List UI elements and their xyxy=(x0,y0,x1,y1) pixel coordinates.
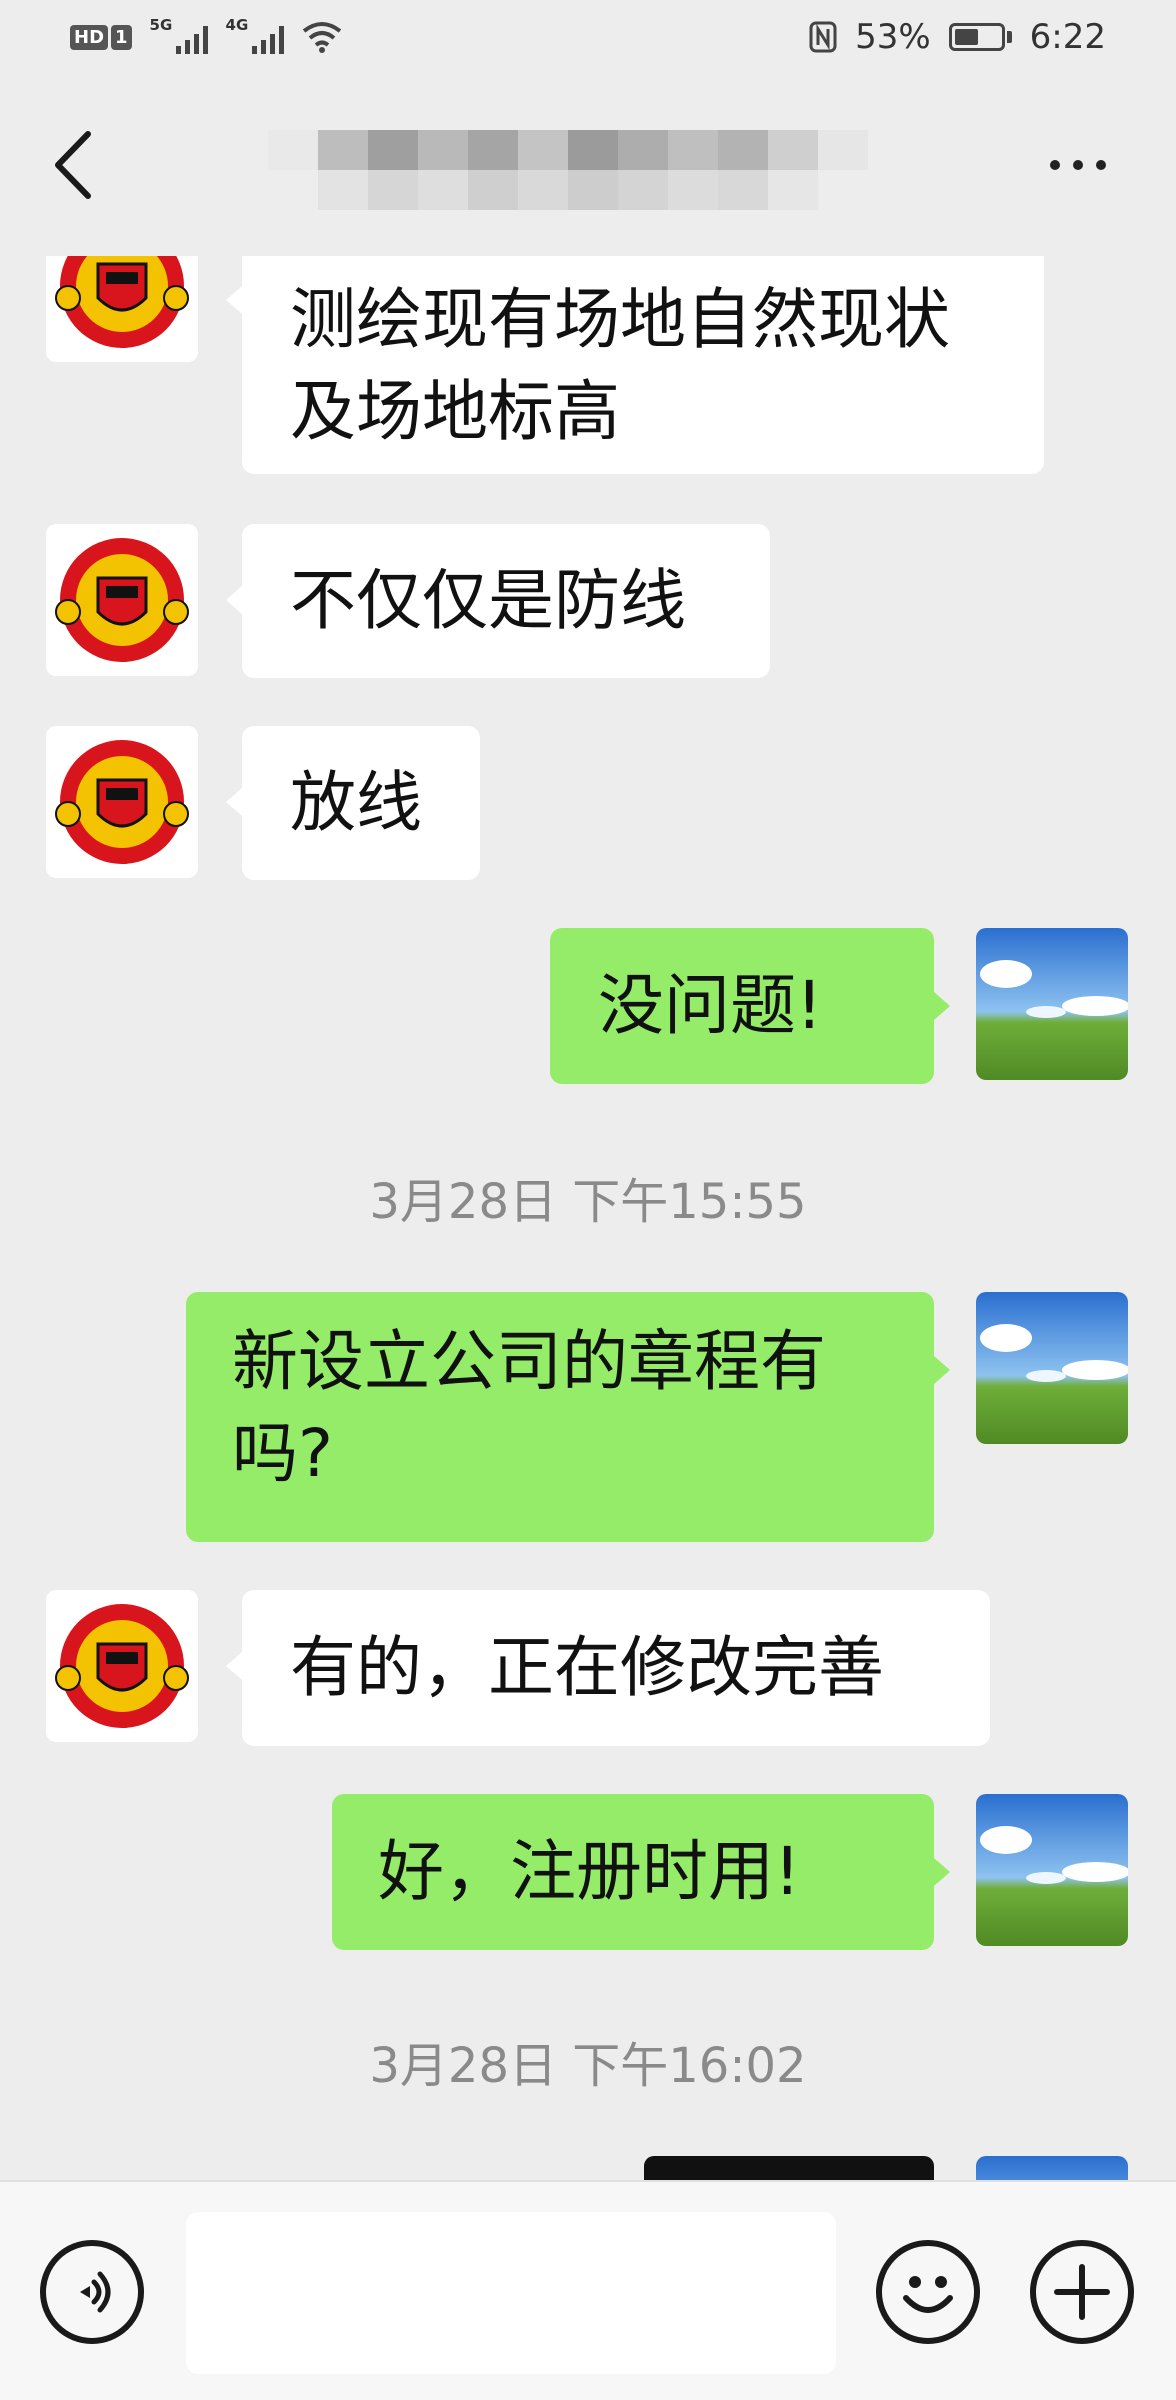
chat-header xyxy=(0,74,1176,256)
more-dots-icon xyxy=(1050,160,1060,170)
timestamp: 3月28日 下午15:55 xyxy=(369,1174,807,1230)
club-crest-avatar xyxy=(46,726,198,878)
chat-title-blurred xyxy=(268,130,868,210)
message-bubble[interactable]: 没问题! xyxy=(550,928,934,1084)
avatar-incoming[interactable] xyxy=(46,726,198,878)
message-bubble[interactable]: 测绘现有场地自然现状 及场地标高 xyxy=(242,256,1044,474)
hd-badge: HD 1 xyxy=(70,24,132,50)
emoji-icon xyxy=(903,2276,953,2313)
battery-icon xyxy=(948,23,1012,51)
message-bubble[interactable]: 放线 xyxy=(242,726,480,880)
chat-message-list[interactable]: 测绘现有场地自然现状 及场地标高 不仅仅是防线 放线 没问题! 3月28日 下午… xyxy=(0,256,1176,2180)
message-bubble[interactable]: 好，注册时用! xyxy=(332,1794,934,1950)
landscape-avatar xyxy=(976,1292,1128,1444)
avatar-incoming[interactable] xyxy=(46,524,198,676)
timestamp: 3月28日 下午16:02 xyxy=(369,2038,807,2094)
battery-percent: 53% xyxy=(855,17,931,57)
landscape-avatar xyxy=(976,2156,1128,2180)
back-button[interactable] xyxy=(50,115,120,215)
avatar-outgoing[interactable] xyxy=(976,928,1128,1080)
signal-4g-icon: 4G xyxy=(226,16,284,54)
input-bar xyxy=(0,2180,1176,2400)
avatar-incoming[interactable] xyxy=(46,256,198,362)
avatar-outgoing[interactable] xyxy=(976,2156,1128,2180)
more-button[interactable] xyxy=(1050,160,1106,170)
plus-button[interactable] xyxy=(1030,2240,1134,2344)
clock: 6:22 xyxy=(1029,17,1106,57)
message-bubble[interactable]: 有的，正在修改完善 xyxy=(242,1590,990,1746)
status-bar: HD 1 5G 4G 53% 6:22 xyxy=(0,0,1176,74)
avatar-outgoing[interactable] xyxy=(976,1292,1128,1444)
wifi-icon xyxy=(302,22,341,53)
screenshot-thumbnail[interactable] xyxy=(644,2156,934,2180)
plus-icon xyxy=(1054,2264,1110,2320)
club-crest-avatar xyxy=(46,524,198,676)
club-crest-avatar xyxy=(46,1590,198,1742)
voice-button[interactable] xyxy=(40,2240,144,2344)
club-crest-avatar xyxy=(46,256,198,362)
message-bubble[interactable]: 新设立公司的章程有 吗? xyxy=(186,1292,934,1542)
emoji-button[interactable] xyxy=(876,2240,980,2344)
nfc-icon xyxy=(809,21,837,53)
chevron-left-icon xyxy=(55,131,91,199)
avatar-incoming[interactable] xyxy=(46,1590,198,1742)
signal-5g-icon: 5G xyxy=(150,16,208,54)
message-input[interactable] xyxy=(186,2212,836,2374)
avatar-outgoing[interactable] xyxy=(976,1794,1128,1946)
message-bubble[interactable]: 不仅仅是防线 xyxy=(242,524,770,678)
landscape-avatar xyxy=(976,1794,1128,1946)
voice-icon xyxy=(80,2271,111,2313)
landscape-avatar xyxy=(976,928,1128,1080)
